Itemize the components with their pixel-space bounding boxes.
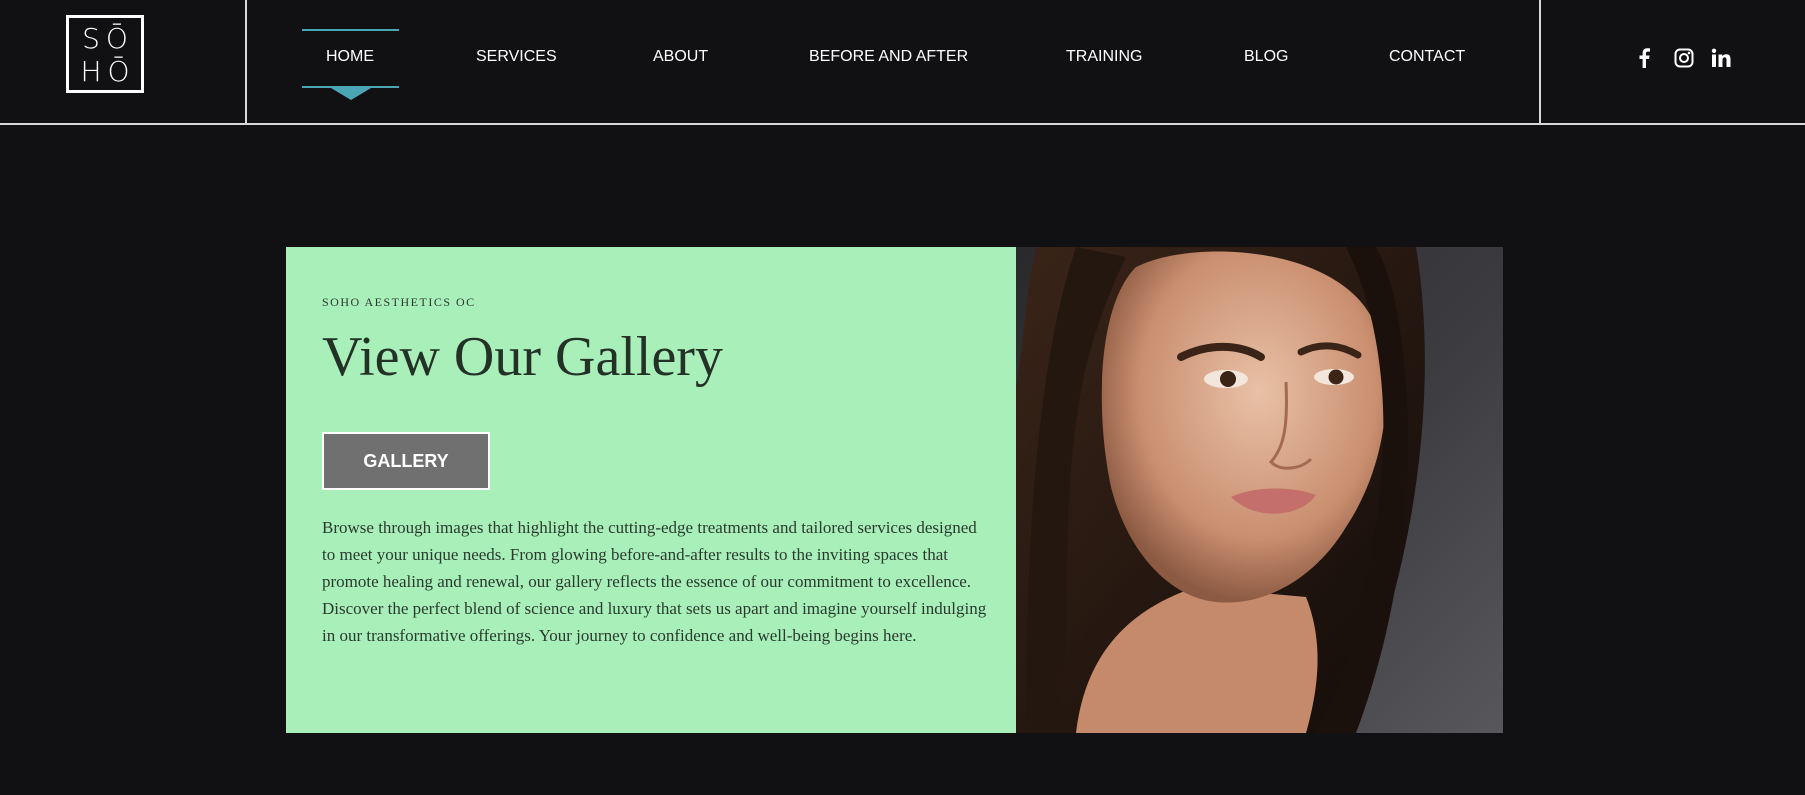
nav-contact[interactable]: CONTACT <box>1389 48 1465 66</box>
instagram-icon[interactable] <box>1674 48 1694 73</box>
social-links <box>1539 0 1805 125</box>
nav-active-indicator-top <box>302 29 399 31</box>
hero-eyebrow: SOHO AESTHETICS OC <box>322 295 476 309</box>
nav-active-caret <box>331 88 371 100</box>
page-title: View Our Gallery <box>322 326 723 388</box>
gallery-hero-panel: SOHO AESTHETICS OC View Our Gallery GALL… <box>286 247 1016 733</box>
nav-blog[interactable]: BLOG <box>1244 48 1288 66</box>
nav-before-and-after[interactable]: BEFORE AND AFTER <box>809 48 968 66</box>
logo-top-text: SŌ <box>82 22 134 55</box>
facebook-icon[interactable] <box>1638 48 1650 73</box>
soho-logo[interactable]: SŌ HŌ <box>66 15 144 93</box>
nav-about[interactable]: ABOUT <box>653 48 708 66</box>
nav-services[interactable]: SERVICES <box>476 48 557 66</box>
portrait-illustration <box>1016 247 1425 733</box>
nav-home[interactable]: HOME <box>326 48 374 66</box>
site-header: SŌ HŌ HOME SERVICES ABOUT BEFORE AND AFT… <box>0 0 1805 125</box>
gallery-button[interactable]: GALLERY <box>322 432 490 490</box>
hero-portrait-image <box>1016 247 1503 733</box>
hero-description: Browse through images that highlight the… <box>322 518 987 645</box>
logo-cell: SŌ HŌ <box>0 0 247 125</box>
linkedin-icon[interactable] <box>1711 48 1731 73</box>
logo-bottom-text: HŌ <box>80 55 136 88</box>
nav-training[interactable]: TRAINING <box>1066 48 1142 66</box>
